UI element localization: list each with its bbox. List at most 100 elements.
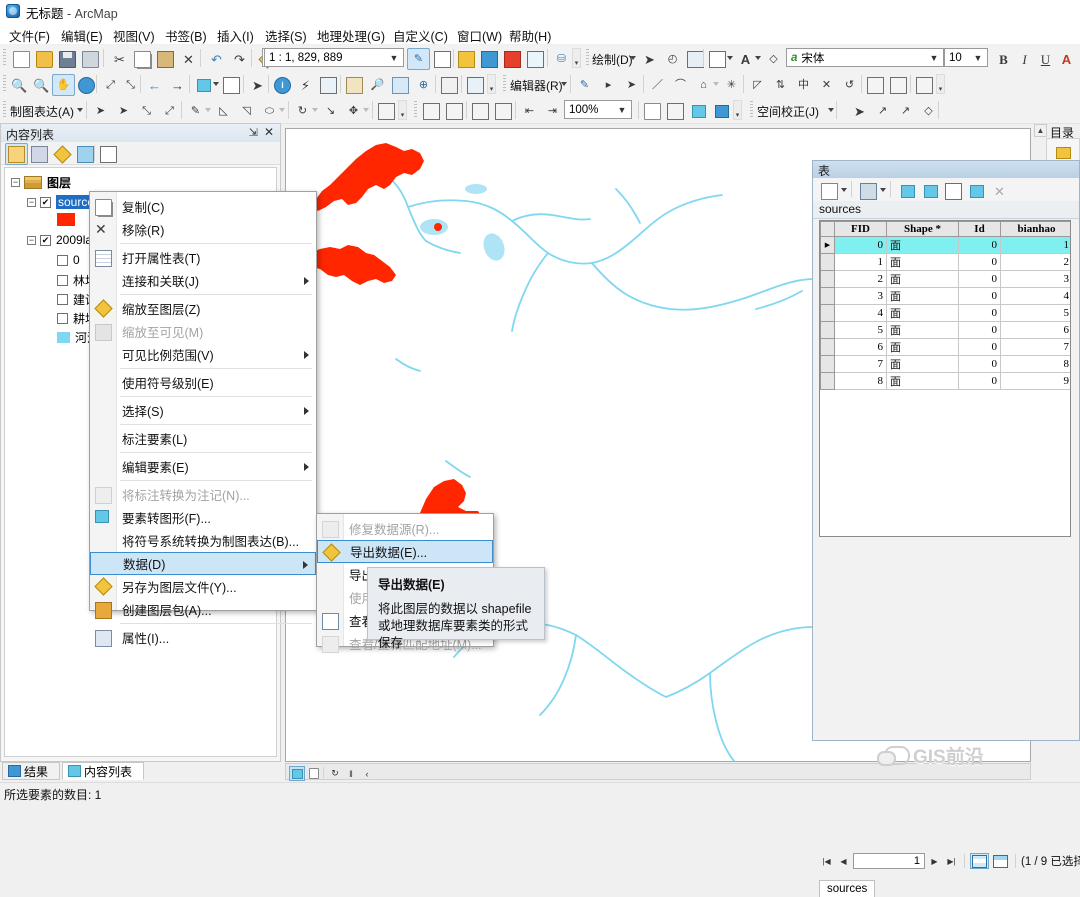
menu-bookmarks[interactable]: 书签(B) xyxy=(162,25,210,46)
toc-layer-2009la[interactable]: − ✔ 2009la xyxy=(27,233,92,247)
cell-fid[interactable]: 4 xyxy=(834,304,887,322)
list-by-drawing-order-icon[interactable] xyxy=(5,143,28,165)
cell-shape[interactable]: 面 xyxy=(886,355,959,373)
select-elements-icon[interactable]: ➤ xyxy=(638,48,661,70)
data-driven-pages-icon[interactable] xyxy=(687,100,710,122)
create-viewer-window-icon[interactable] xyxy=(464,74,487,96)
toc-root-layers[interactable]: − 图层 xyxy=(11,174,71,191)
print-icon[interactable] xyxy=(79,48,102,70)
menu-selection[interactable]: 选择(S) xyxy=(262,25,310,46)
search-window-icon[interactable] xyxy=(478,48,501,70)
model-builder-icon[interactable]: ⛁ xyxy=(550,48,573,70)
context-item-create-layer-package[interactable]: 创建图层包(A)... xyxy=(90,598,316,621)
context-item-joins-relates[interactable]: 连接和关联(J) xyxy=(90,269,316,292)
map-scale-combo[interactable]: 1 : 1, 829, 889 ▼ xyxy=(264,48,404,67)
editor-toolbar-toggle-icon[interactable]: ✎ xyxy=(407,48,430,70)
tab-table-of-contents[interactable]: 内容列表 xyxy=(62,762,144,780)
close-icon[interactable]: ✕ xyxy=(264,125,274,139)
cell-id[interactable]: 0 xyxy=(958,355,1001,373)
html-popup-icon[interactable] xyxy=(317,74,340,96)
next-record-icon[interactable]: ▶ xyxy=(927,853,942,869)
go-to-xy-icon[interactable]: ⊕ xyxy=(412,74,435,96)
table-row[interactable]: ▶ 0 面 0 1 xyxy=(820,236,1070,254)
pin-icon[interactable]: ⇲ xyxy=(249,126,258,139)
go-back-extent-icon[interactable]: ← xyxy=(143,74,166,96)
table-row[interactable]: 5 面 0 6 xyxy=(820,321,1070,339)
paste-icon[interactable] xyxy=(154,48,177,70)
previous-record-icon[interactable]: ◀ xyxy=(836,853,851,869)
draw-rectangle-icon[interactable] xyxy=(706,48,729,70)
cell-id[interactable]: 0 xyxy=(958,287,1001,305)
first-record-icon[interactable]: |◀ xyxy=(819,853,834,869)
draw-dropdown-icon[interactable] xyxy=(630,56,636,60)
row-selector[interactable] xyxy=(820,270,835,288)
context-item-copy[interactable]: 复制(C) xyxy=(90,195,316,218)
column-header-id[interactable]: Id xyxy=(958,221,1001,237)
draw-shape-dropdown-icon[interactable] xyxy=(727,56,733,60)
list-by-visibility-icon[interactable] xyxy=(51,143,74,165)
cell-fid[interactable]: 2 xyxy=(834,270,887,288)
legend-visibility-checkbox[interactable] xyxy=(57,313,68,324)
cell-fid[interactable]: 8 xyxy=(834,372,887,390)
cell-bianhao[interactable]: 9 xyxy=(1000,372,1070,390)
context-item-remove[interactable]: ✕ 移除(R) xyxy=(90,218,316,241)
cell-fid[interactable]: 5 xyxy=(834,321,887,339)
cell-id[interactable]: 0 xyxy=(958,338,1001,356)
chevron-down-icon[interactable]: ▼ xyxy=(387,49,401,66)
current-row-indicator[interactable]: ▶ xyxy=(820,236,835,254)
layer-context-menu[interactable]: 复制(C) ✕ 移除(R) 打开属性表(T) 连接和关联(J) 缩放至图层(Z)… xyxy=(89,191,317,647)
table-row[interactable]: 6 面 0 7 xyxy=(820,338,1070,356)
cell-shape[interactable]: 面 xyxy=(886,236,959,254)
editor-dropdown-icon[interactable] xyxy=(561,82,567,86)
related-tables-dropdown-icon[interactable] xyxy=(880,188,886,192)
toc-options-icon[interactable] xyxy=(97,143,120,165)
underline-icon[interactable]: U xyxy=(1034,48,1057,70)
toolbar-grip[interactable] xyxy=(3,75,6,93)
spatial-adjustment-dropdown-icon[interactable] xyxy=(828,108,834,112)
cell-id[interactable]: 0 xyxy=(958,236,1001,254)
cell-id[interactable]: 0 xyxy=(958,372,1001,390)
zoom-out-icon[interactable]: 🔍 xyxy=(30,74,53,96)
new-document-icon[interactable] xyxy=(10,48,33,70)
edit-tool-icon[interactable]: ✎ xyxy=(573,74,596,96)
cell-shape[interactable]: 面 xyxy=(886,270,959,288)
measure-icon[interactable] xyxy=(343,74,366,96)
menu-windows[interactable]: 窗口(W) xyxy=(454,25,505,46)
toolbar-grip[interactable] xyxy=(503,75,506,93)
cell-fid[interactable]: 6 xyxy=(834,338,887,356)
switch-selection-icon[interactable] xyxy=(919,180,942,202)
legend-visibility-checkbox[interactable] xyxy=(57,294,68,305)
cell-shape[interactable]: 面 xyxy=(886,304,959,322)
cell-fid[interactable]: 0 xyxy=(834,236,887,254)
table-tab-sources[interactable]: sources xyxy=(819,202,861,216)
cell-shape[interactable]: 面 xyxy=(886,372,959,390)
table-row[interactable]: 4 面 0 5 xyxy=(820,304,1070,322)
table-bottom-tab-sources[interactable]: sources xyxy=(819,880,876,897)
find-icon[interactable]: 🔎 xyxy=(366,74,389,96)
show-all-records-icon[interactable] xyxy=(970,853,989,869)
cell-id[interactable]: 0 xyxy=(958,253,1001,271)
italic-icon[interactable]: I xyxy=(1013,48,1036,70)
arctoolbox-icon[interactable] xyxy=(501,48,524,70)
context-item-visible-scale-range[interactable]: 可见比例范围(V) xyxy=(90,343,316,366)
fixed-zoom-out-icon[interactable]: ⤡ xyxy=(119,74,142,96)
toolbar-overflow-button[interactable]: ▾ xyxy=(398,100,407,120)
cell-shape[interactable]: 面 xyxy=(886,253,959,271)
attribute-table[interactable]: FID Shape * Id bianhao ▶ 0 面 0 1 1 面 0 2… xyxy=(820,221,1070,390)
collapse-icon[interactable]: − xyxy=(11,178,20,187)
close-icon[interactable]: ✕ xyxy=(988,180,1011,202)
chevron-down-icon[interactable]: ▼ xyxy=(927,49,941,66)
context-item-properties[interactable]: 属性(I)... xyxy=(90,626,316,649)
menu-view[interactable]: 视图(V) xyxy=(110,25,158,46)
legend-visibility-checkbox[interactable] xyxy=(57,275,68,286)
row-selector[interactable] xyxy=(820,253,835,271)
menu-geoprocessing[interactable]: 地理处理(G) xyxy=(314,25,388,46)
font-color-icon[interactable]: A xyxy=(1055,48,1078,70)
context-item-open-attribute-table[interactable]: 打开属性表(T) xyxy=(90,246,316,269)
row-selector[interactable] xyxy=(820,338,835,356)
collapse-icon[interactable]: − xyxy=(27,235,36,245)
layer-visibility-checkbox[interactable]: ✔ xyxy=(40,234,51,246)
cell-bianhao[interactable]: 3 xyxy=(1000,270,1070,288)
data-view-icon[interactable] xyxy=(289,766,305,781)
menu-insert[interactable]: 插入(I) xyxy=(214,25,257,46)
